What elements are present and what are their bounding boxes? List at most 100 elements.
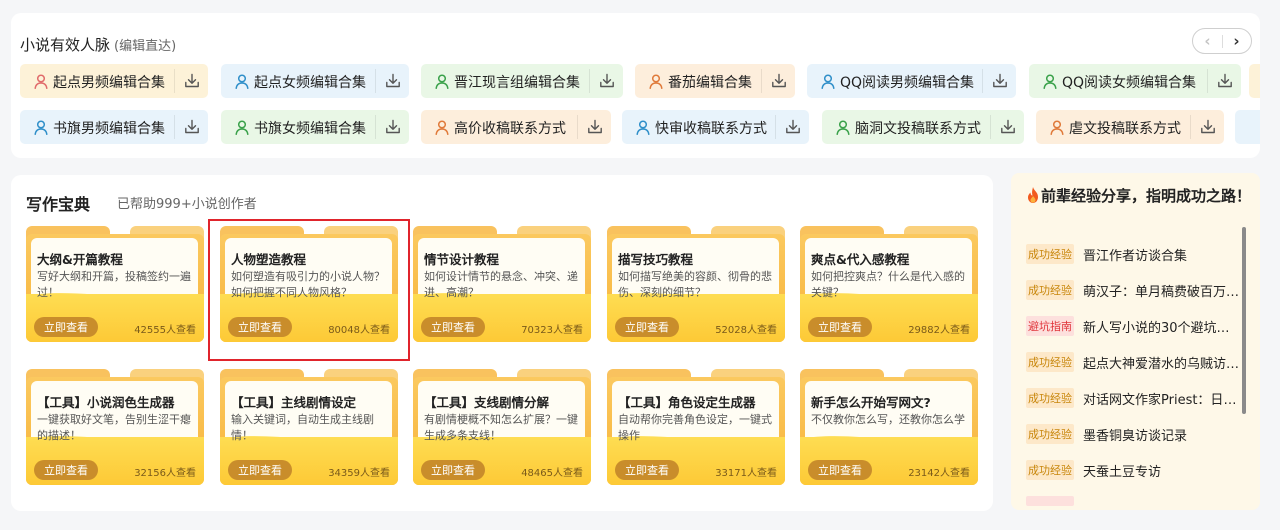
download-icon[interactable] bbox=[1200, 119, 1216, 135]
person-icon bbox=[235, 120, 249, 135]
experience-link[interactable]: 对话网文作家Priest：日常... bbox=[1083, 389, 1241, 408]
download-icon[interactable] bbox=[992, 73, 1008, 89]
flame-icon bbox=[1028, 187, 1038, 203]
experience-link[interactable]: 新人写小说的30个避坑指南 bbox=[1083, 317, 1241, 336]
editor-tag-label: 脑洞文投稿联系方式 bbox=[855, 121, 981, 137]
tag-divider bbox=[375, 115, 376, 139]
editor-tag[interactable]: 脑洞文投稿联系方式 bbox=[822, 110, 1024, 144]
experience-badge: 成功经验 bbox=[1026, 244, 1074, 264]
download-icon[interactable] bbox=[184, 73, 200, 89]
editor-tag[interactable]: 书旗男频编辑合集 bbox=[20, 110, 208, 144]
experience-badge: 成功经验 bbox=[1026, 460, 1074, 480]
experience-item[interactable]: 避坑指南 新人写小说的30个避坑指南 bbox=[1026, 314, 1241, 338]
view-now-button[interactable]: 立即查看 bbox=[228, 460, 292, 480]
experience-item[interactable]: 成功经验 天蚕土豆专访 bbox=[1026, 458, 1241, 482]
tag-divider bbox=[174, 69, 175, 93]
view-now-button[interactable]: 立即查看 bbox=[615, 460, 679, 480]
editor-tag-label: 书旗女频编辑合集 bbox=[254, 121, 366, 137]
writing-guide-panel: 写作宝典 已帮助999+小说创作者 大纲&开篇教程 写好大纲和开篇，投稿签约一遍过… bbox=[11, 175, 993, 511]
download-icon[interactable] bbox=[1217, 73, 1233, 89]
experience-link[interactable]: 天蚕土豆专访 bbox=[1083, 461, 1161, 480]
guide-card-desc: 一键获取好文笔，告别生涩干瘪的描述！ bbox=[37, 413, 191, 442]
editor-tag-label: 起点女频编辑合集 bbox=[254, 75, 366, 91]
guide-card[interactable]: 爽点&代入感教程 如何把控爽点？什么是代入感的关键？ 立即查看 29882人查看 bbox=[800, 226, 978, 342]
guide-card[interactable]: 【工具】小说润色生成器 一键获取好文笔，告别生涩干瘪的描述！ 立即查看 32156人查… bbox=[26, 369, 204, 485]
editor-tag[interactable]: 番茄编辑合集 bbox=[635, 64, 795, 98]
chevron-right-icon[interactable]: › bbox=[1222, 29, 1251, 53]
view-count: 70323人查看 bbox=[521, 325, 583, 336]
editor-tag-partial bbox=[1235, 110, 1260, 144]
download-icon[interactable] bbox=[599, 73, 615, 89]
guide-card[interactable]: 描写技巧教程 如何描写绝美的容颜、彻骨的悲伤、深刻的细节？ 立即查看 52028人查看 bbox=[607, 226, 785, 342]
editor-tag-label: QQ阅读男频编辑合集 bbox=[840, 75, 975, 91]
editor-tag[interactable]: 高价收稿联系方式 bbox=[421, 110, 611, 144]
view-now-button[interactable]: 立即查看 bbox=[34, 460, 98, 480]
experience-item[interactable]: 成功经验 对话网文作家Priest：日常... bbox=[1026, 386, 1241, 410]
guide-card[interactable]: 新手怎么开始写网文? 不仅教你怎么写，还教你怎么学 立即查看 23142人查看 bbox=[800, 369, 978, 485]
scrollbar-thumb[interactable] bbox=[1242, 227, 1246, 414]
view-now-button[interactable]: 立即查看 bbox=[421, 460, 485, 480]
tag-divider bbox=[589, 69, 590, 93]
guide-card-title: 大纲&开篇教程 bbox=[37, 252, 123, 267]
download-icon[interactable] bbox=[1000, 119, 1016, 135]
download-icon[interactable] bbox=[184, 119, 200, 135]
guide-card[interactable]: 【工具】支线剧情分解有剧情梗概不知怎么扩展？一键生成多条支线！ 立即查看 48465… bbox=[413, 369, 591, 485]
experience-badge: 成功经验 bbox=[1026, 424, 1074, 444]
guide-card[interactable]: 【工具】主线剧情设定 输入关键词，自动生成主线剧情！ 立即查看 34359人查看 bbox=[220, 369, 398, 485]
editor-tag[interactable]: QQ阅读女频编辑合集 bbox=[1029, 64, 1241, 98]
editor-contacts-subtitle: (编辑直达) bbox=[114, 39, 177, 54]
download-icon[interactable] bbox=[385, 73, 401, 89]
editor-tag[interactable]: 快审收稿联系方式 bbox=[622, 110, 809, 144]
editor-tag-label: 番茄编辑合集 bbox=[668, 75, 752, 91]
view-now-button[interactable]: 立即查看 bbox=[421, 317, 485, 337]
download-icon[interactable] bbox=[785, 119, 801, 135]
download-icon[interactable] bbox=[771, 73, 787, 89]
person-icon bbox=[34, 74, 48, 89]
editor-tag-label: 快审收稿联系方式 bbox=[655, 121, 767, 137]
view-now-button[interactable]: 立即查看 bbox=[34, 317, 98, 337]
experience-heading: 前辈经验分享，指明成功之路！ bbox=[1027, 185, 1255, 207]
experience-badge: 成功经验 bbox=[1026, 388, 1074, 408]
editor-tag[interactable]: 虐文投稿联系方式 bbox=[1036, 110, 1224, 144]
experience-item[interactable]: 成功经验 墨香铜臭访谈记录 bbox=[1026, 422, 1241, 446]
experience-item[interactable]: 成功经验 起点大神爱潜水的乌贼访谈... bbox=[1026, 350, 1241, 374]
editor-tag-label: 书旗男频编辑合集 bbox=[53, 121, 165, 137]
view-count: 42555人查看 bbox=[134, 325, 196, 336]
guide-card[interactable]: 情节设计教程 如何设计情节的悬念、冲突、递进、高潮？ 立即查看 70323人查看 bbox=[413, 226, 591, 342]
editor-tag[interactable]: 书旗女频编辑合集 bbox=[221, 110, 409, 144]
chevron-left-icon[interactable]: ‹ bbox=[1193, 29, 1222, 53]
view-now-button[interactable]: 立即查看 bbox=[808, 460, 872, 480]
editor-tag-label: 起点男频编辑合集 bbox=[53, 75, 165, 91]
guide-card-desc: 不仅教你怎么写，还教你怎么学 bbox=[811, 413, 965, 426]
guide-card-desc: 如何把控爽点？什么是代入感的关键？ bbox=[811, 270, 965, 299]
editor-tag-partial bbox=[1249, 64, 1260, 98]
view-count: 48465人查看 bbox=[521, 468, 583, 479]
person-icon bbox=[836, 120, 850, 135]
editor-contacts-title-text: 小说有效人脉 bbox=[20, 36, 111, 54]
editor-tag[interactable]: 起点女频编辑合集 bbox=[221, 64, 409, 98]
guide-card-title: 【工具】支线剧情分解 bbox=[424, 395, 550, 410]
person-icon bbox=[649, 74, 663, 89]
experience-title: 前辈经验分享，指明成功之路！ bbox=[1041, 187, 1252, 205]
experience-link[interactable]: 墨香铜臭访谈记录 bbox=[1083, 425, 1187, 444]
editor-tag-label: QQ阅读女频编辑合集 bbox=[1062, 75, 1197, 91]
experience-link[interactable]: 晋江作者访谈合集 bbox=[1083, 245, 1187, 264]
experience-link[interactable]: 起点大神爱潜水的乌贼访谈... bbox=[1083, 353, 1241, 372]
editor-tag[interactable]: 晋江现言组编辑合集 bbox=[421, 64, 623, 98]
view-now-button[interactable]: 立即查看 bbox=[808, 317, 872, 337]
person-icon bbox=[435, 74, 449, 89]
experience-item[interactable]: 成功经验 晋江作者访谈合集 bbox=[1026, 242, 1241, 266]
guide-card[interactable]: 大纲&开篇教程 写好大纲和开篇，投稿签约一遍过！ 立即查看 42555人查看 bbox=[26, 226, 204, 342]
experience-badge: 成功经验 bbox=[1026, 280, 1074, 300]
experience-item[interactable]: 成功经验 萌汉子：单月稿费破百万，... bbox=[1026, 278, 1241, 302]
editor-tag[interactable]: 起点男频编辑合集 bbox=[20, 64, 208, 98]
view-now-button[interactable]: 立即查看 bbox=[615, 317, 679, 337]
view-count: 52028人查看 bbox=[715, 325, 777, 336]
guide-card-desc: 有剧情梗概不知怎么扩展？一键生成多条支线！ bbox=[424, 413, 578, 442]
guide-card-desc: 输入关键词，自动生成主线剧情！ bbox=[231, 413, 374, 442]
experience-link[interactable]: 萌汉子：单月稿费破百万，... bbox=[1083, 281, 1241, 300]
guide-card[interactable]: 【工具】角色设定生成器 自动帮你完善角色设定，一键式操作 立即查看 33171人查看 bbox=[607, 369, 785, 485]
download-icon[interactable] bbox=[385, 119, 401, 135]
download-icon[interactable] bbox=[587, 119, 603, 135]
editor-tag[interactable]: QQ阅读男频编辑合集 bbox=[807, 64, 1016, 98]
